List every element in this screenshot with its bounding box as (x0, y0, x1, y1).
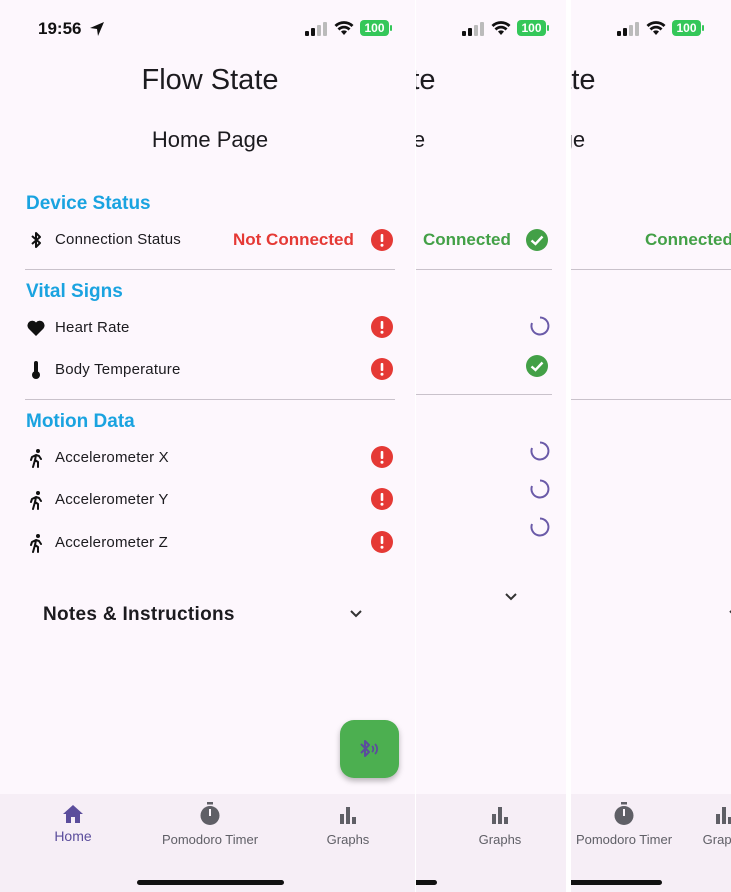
accelerometer-z-label: Accelerometer Z (55, 534, 169, 551)
nav-home[interactable]: Home (43, 804, 103, 844)
error-icon (371, 358, 393, 380)
heart-icon (27, 320, 45, 336)
screen-connecting: 100 Flow State Home Page Connected Graph… (416, 0, 566, 892)
error-icon (371, 531, 393, 553)
error-icon (371, 229, 393, 251)
battery-tip (702, 25, 704, 31)
home-indicator (137, 880, 284, 885)
divider (25, 269, 395, 270)
page-title: Home Page (416, 127, 426, 152)
battery-indicator: 100 (672, 20, 701, 36)
battery-tip (547, 25, 549, 31)
section-motion-data: Motion Data (26, 411, 135, 432)
nav-graphs-label: Graphs (326, 832, 370, 847)
notes-instructions-toggle[interactable]: Notes & Instructions (43, 604, 235, 626)
running-icon (30, 534, 42, 553)
bar-chart-icon (716, 807, 731, 824)
page-title: Home Page (571, 127, 586, 152)
chevron-down-icon[interactable] (349, 609, 363, 619)
battery-indicator: 100 (360, 20, 389, 36)
section-vital-signs: Vital Signs (26, 281, 123, 302)
bluetooth-searching-icon (360, 740, 378, 757)
page-title: Home Page (151, 127, 269, 152)
bottom-navigation: Home Pomodoro Timer Graphs (0, 794, 415, 892)
accelerometer-x-label: Accelerometer X (55, 449, 169, 466)
bluetooth-scan-button[interactable] (340, 720, 399, 778)
running-icon (30, 449, 42, 468)
check-circle-icon (526, 355, 548, 377)
status-bar: 19:56 100 (0, 0, 415, 58)
connection-status-value: Not Connected (233, 230, 354, 249)
nav-pomodoro-label: Pomodoro Timer (575, 832, 673, 847)
app-title: Flow State (571, 64, 596, 96)
nav-graphs[interactable]: Graphs (470, 806, 530, 847)
error-icon (371, 446, 393, 468)
check-circle-icon (526, 229, 548, 251)
heart-rate-label: Heart Rate (55, 319, 130, 336)
location-arrow-icon (90, 22, 104, 36)
nav-pomodoro-timer[interactable]: Pomodoro Timer (571, 802, 679, 847)
cellular-signal-icon (305, 22, 327, 36)
body-temperature-label: Body Temperature (55, 361, 181, 378)
nav-home-label: Home (54, 828, 92, 844)
divider (571, 269, 731, 270)
home-indicator (416, 880, 437, 885)
home-indicator (571, 880, 662, 885)
nav-graphs[interactable]: Graphs (318, 806, 378, 847)
wifi-icon (491, 21, 511, 35)
cellular-signal-icon (462, 22, 484, 36)
battery-tip (390, 25, 392, 31)
nav-pomodoro-label: Pomodoro Timer (161, 832, 259, 847)
screen-connected: 100 Flow State Home Page Connected Pomod… (571, 0, 731, 892)
bottom-navigation: Graphs (416, 794, 566, 892)
nav-graphs-label: Graphs (478, 832, 522, 847)
divider (571, 399, 731, 400)
bottom-navigation: Pomodoro Timer Graphs (571, 794, 731, 892)
loading-spinner-icon (530, 441, 550, 461)
running-icon (30, 491, 42, 510)
bluetooth-icon (31, 232, 41, 248)
error-icon (371, 488, 393, 510)
app-title: Flow State (141, 64, 279, 96)
thermometer-icon (32, 361, 40, 379)
section-device-status: Device Status (26, 193, 151, 214)
timer-icon (200, 802, 220, 825)
bar-chart-icon (340, 807, 356, 824)
error-icon (371, 316, 393, 338)
battery-indicator: 100 (517, 20, 546, 36)
divider (25, 399, 395, 400)
status-time: 19:56 (38, 19, 82, 38)
status-bar: 100 (571, 0, 731, 58)
screen-disconnected: 19:56 100 Flow State Home Page Device St… (0, 0, 415, 892)
cellular-signal-icon (617, 22, 639, 36)
loading-spinner-icon (530, 479, 550, 499)
nav-graphs[interactable]: Graphs (694, 806, 731, 847)
loading-spinner-icon (530, 517, 550, 537)
app-title: Flow State (416, 64, 436, 96)
bar-chart-icon (492, 807, 508, 824)
home-icon (63, 805, 83, 823)
divider (416, 269, 552, 270)
connection-status-label: Connection Status (55, 231, 181, 248)
status-bar: 100 (416, 0, 566, 58)
nav-graphs-label: Graphs (702, 832, 731, 847)
wifi-icon (334, 21, 354, 35)
connection-status-value: Connected (645, 230, 731, 249)
connection-status-value: Connected (423, 230, 511, 249)
divider (416, 394, 552, 395)
accelerometer-y-label: Accelerometer Y (55, 491, 169, 508)
nav-pomodoro-timer[interactable]: Pomodoro Timer (155, 802, 265, 847)
timer-icon (614, 802, 634, 825)
loading-spinner-icon (530, 316, 550, 336)
wifi-icon (646, 21, 666, 35)
chevron-down-icon[interactable] (504, 592, 518, 602)
